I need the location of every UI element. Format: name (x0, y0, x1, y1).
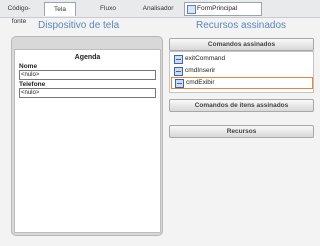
field-label-telefone: Telefone (19, 81, 46, 88)
form-selector-value: FormPrincipal (197, 5, 238, 12)
tab-fluxo[interactable]: Fluxo (97, 2, 119, 15)
tab-tela[interactable]: Tela (44, 2, 76, 16)
commands-list: exitCommand cmdInserir cmdExibir (169, 51, 314, 93)
form-icon (187, 5, 196, 14)
command-label: cmdExibir (186, 79, 215, 86)
command-item[interactable]: cmdInserir (171, 66, 311, 76)
command-item[interactable]: exitCommand (171, 54, 311, 64)
command-item-selected[interactable]: cmdExibir (171, 77, 313, 89)
command-label: exitCommand (185, 55, 226, 62)
command-icon (174, 55, 183, 64)
command-icon (174, 67, 183, 76)
field-telefone[interactable]: <nulo> (19, 88, 156, 98)
commands-button[interactable]: Comandos assinados (169, 38, 314, 51)
screen-title: Agenda (74, 54, 101, 61)
field-label-nome: Nome (19, 63, 38, 70)
command-label: cmdInserir (185, 67, 216, 74)
tab-codigo-fonte[interactable]: Código-fonte (3, 2, 35, 25)
form-selector[interactable]: FormPrincipal (184, 2, 262, 16)
resources-button[interactable]: Recursos (169, 125, 314, 138)
device-heading: Dispositivo de tela (38, 20, 120, 31)
tab-analisador[interactable]: Analisador (140, 2, 176, 15)
item-commands-button[interactable]: Comandos de itens assinados (169, 99, 314, 112)
field-nome[interactable]: <nulo> (19, 70, 156, 80)
command-icon (175, 79, 184, 88)
designer-tab-bar: Código-fonte Tela Fluxo Analisador FormP… (0, 0, 320, 25)
device-screen[interactable]: Agenda Nome <nulo> Telefone <nulo> (14, 49, 161, 233)
resources-heading: Recursos assinados (196, 20, 287, 31)
